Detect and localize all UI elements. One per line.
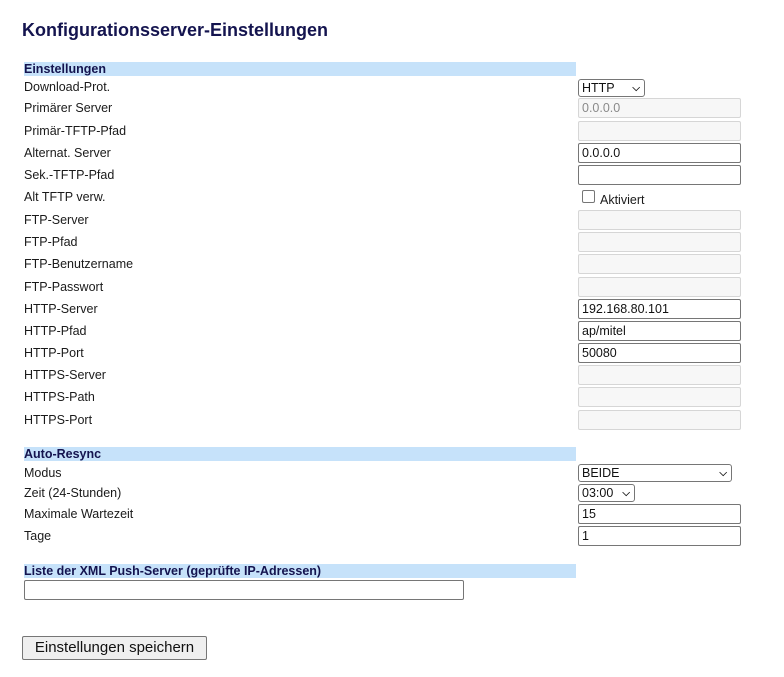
https-path-label: HTTPS-Path: [24, 390, 95, 404]
chevron-down-icon: ⌵: [632, 83, 640, 94]
ftp-password-field[interactable]: [578, 277, 741, 297]
http-server-field[interactable]: 192.168.80.101: [578, 299, 741, 319]
https-port-label: HTTPS-Port: [24, 413, 93, 427]
max-wait-label: Maximale Wartezeit: [24, 507, 134, 521]
ftp-user-field[interactable]: [578, 254, 741, 274]
resync-time-value: 03:00: [582, 486, 614, 500]
download-prot-label: Download-Prot.: [24, 80, 111, 94]
resync-mode-select[interactable]: BEIDE ⌵: [578, 464, 732, 482]
section-header-settings: Einstellungen: [24, 62, 576, 76]
section-header-push-servers: Liste der XML Push-Server (geprüfte IP-A…: [24, 564, 576, 578]
http-port-label: HTTP-Port: [24, 346, 84, 360]
http-server-label: HTTP-Server: [24, 302, 98, 316]
ftp-path-label: FTP-Pfad: [24, 235, 78, 249]
resync-time-select[interactable]: 03:00 ⌵: [578, 484, 635, 502]
ftp-password-label: FTP-Passwort: [24, 280, 104, 294]
download-prot-select[interactable]: HTTP ⌵: [578, 79, 645, 97]
ftp-user-label: FTP-Benutzername: [24, 257, 134, 271]
alt-server-label: Alternat. Server: [24, 146, 111, 160]
https-server-label: HTTPS-Server: [24, 368, 106, 382]
ftp-server-label: FTP-Server: [24, 213, 89, 227]
https-server-field[interactable]: [578, 365, 741, 385]
primary-server-field[interactable]: 0.0.0.0: [578, 98, 741, 118]
alt-tftp-checkbox-label: Aktiviert: [600, 193, 645, 207]
https-port-field[interactable]: [578, 410, 741, 430]
page-title: Konfigurationsserver-Einstellungen: [22, 20, 329, 40]
alt-tftp-label: Alt TFTP verw.: [24, 190, 106, 204]
section-header-auto-resync: Auto-Resync: [24, 447, 576, 461]
days-field[interactable]: 1: [578, 526, 741, 546]
alt-server-field[interactable]: 0.0.0.0: [578, 143, 741, 163]
resync-mode-value: BEIDE: [582, 466, 620, 480]
sec-tftp-path-label: Sek.-TFTP-Pfad: [24, 168, 115, 182]
https-path-field[interactable]: [578, 387, 741, 407]
push-server-list-field[interactable]: [24, 580, 464, 600]
chevron-down-icon: ⌵: [719, 468, 727, 479]
max-wait-field[interactable]: 15: [578, 504, 741, 524]
days-label: Tage: [24, 529, 52, 543]
primary-tftp-path-label: Primär-TFTP-Pfad: [24, 124, 127, 138]
resync-mode-label: Modus: [24, 466, 62, 480]
http-path-label: HTTP-Pfad: [24, 324, 87, 338]
alt-tftp-checkbox[interactable]: [582, 190, 595, 203]
resync-time-label: Zeit (24-Stunden): [24, 486, 122, 500]
download-prot-value: HTTP: [582, 81, 615, 95]
chevron-down-icon: ⌵: [622, 488, 630, 499]
http-path-field[interactable]: ap/mitel: [578, 321, 741, 341]
http-port-field[interactable]: 50080: [578, 343, 741, 363]
ftp-server-field[interactable]: [578, 210, 741, 230]
ftp-path-field[interactable]: [578, 232, 741, 252]
sec-tftp-path-field[interactable]: [578, 165, 741, 185]
primary-server-label: Primärer Server: [24, 101, 113, 115]
primary-tftp-path-field[interactable]: [578, 121, 741, 141]
save-settings-button[interactable]: Einstellungen speichern: [22, 636, 207, 660]
